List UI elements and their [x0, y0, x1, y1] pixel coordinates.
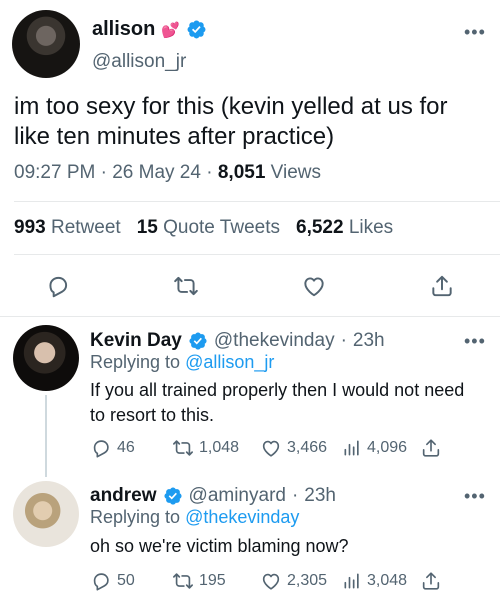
- more-icon[interactable]: •••: [464, 331, 486, 352]
- avatar-kevin[interactable]: [13, 325, 79, 391]
- retweet-icon[interactable]: [168, 268, 204, 304]
- likes-count: 6,522: [296, 217, 344, 238]
- replying-to: Replying to @thekevinday: [90, 507, 299, 528]
- reply-button[interactable]: 46: [90, 434, 135, 462]
- retweet-icon: [173, 573, 193, 589]
- retweet-button[interactable]: 195: [172, 567, 226, 595]
- likes-label: Likes: [348, 217, 394, 238]
- views-button[interactable]: 3,048: [342, 567, 407, 595]
- display-name[interactable]: allison: [92, 18, 155, 41]
- reply-author-name[interactable]: andrew: [90, 485, 157, 507]
- share-button[interactable]: [420, 434, 442, 462]
- retweet-icon: [173, 440, 193, 456]
- thread-line: [45, 395, 47, 477]
- tweet-author-row: allison 💕: [92, 18, 207, 41]
- reply-action-bar: 46 1,048 3,466 4,096: [90, 434, 450, 462]
- avatar-andrew[interactable]: [13, 481, 79, 547]
- quotes-stat[interactable]: 15 Quote Tweets: [137, 217, 280, 239]
- reply-age: 23h: [352, 330, 385, 351]
- like-icon[interactable]: [296, 268, 332, 304]
- retweets-count: 993: [14, 217, 46, 238]
- reply-author-handle[interactable]: @aminyard: [189, 485, 286, 507]
- divider: [14, 201, 500, 202]
- views-count: 3,048: [367, 572, 408, 589]
- reply-icon[interactable]: [40, 268, 76, 304]
- like-count: 2,305: [287, 572, 328, 589]
- share-icon: [422, 572, 440, 590]
- reply-text: oh so we're victim blaming now?: [90, 536, 349, 556]
- retweets-stat[interactable]: 993 Retweet: [14, 217, 121, 239]
- like-button[interactable]: 2,305: [260, 567, 327, 595]
- retweet-count: 195: [199, 572, 226, 589]
- like-count: 3,466: [287, 439, 328, 456]
- heart-emoji: 💕: [161, 21, 181, 39]
- like-icon: [262, 440, 280, 457]
- avatar-allison[interactable]: [12, 10, 80, 78]
- quotes-label: Quote Tweets: [163, 217, 280, 238]
- share-icon: [422, 439, 440, 457]
- tweet-meta: 09:27 PM · 26 May 24 · 8,051 Views: [14, 162, 322, 183]
- tweet-action-bar: [0, 268, 500, 304]
- like-button[interactable]: 3,466: [260, 434, 327, 462]
- retweets-label: Retweet: [50, 217, 121, 238]
- reply-action-bar: 50 195 2,305 3,048: [90, 567, 450, 595]
- share-button[interactable]: [420, 567, 442, 595]
- tweet-stats: 993 Retweet 15 Quote Tweets 6,522 Likes: [14, 217, 393, 239]
- replying-to-link[interactable]: @allison_jr: [185, 352, 274, 372]
- verified-badge-icon: [188, 331, 208, 351]
- views-button[interactable]: 4,096: [342, 434, 407, 462]
- views-count: 4,096: [367, 439, 408, 456]
- tweet-time[interactable]: 09:27 PM: [14, 162, 95, 183]
- reply-button[interactable]: 50: [90, 567, 135, 595]
- tweet-text: im too sexy for this (kevin yelled at us…: [14, 93, 448, 150]
- like-icon: [262, 573, 280, 590]
- views-label: Views: [270, 162, 322, 183]
- reply-header: andrew @aminyard · 23h: [90, 485, 336, 507]
- reply-icon: [93, 440, 109, 458]
- retweet-count: 1,048: [199, 439, 240, 456]
- share-icon[interactable]: [424, 268, 460, 304]
- verified-badge-icon: [186, 19, 207, 40]
- author-handle[interactable]: @allison_jr: [92, 51, 186, 73]
- reply-age: 23h: [304, 485, 336, 506]
- likes-stat[interactable]: 6,522 Likes: [296, 217, 393, 239]
- more-icon[interactable]: •••: [464, 22, 486, 43]
- reply-text: If you all trained properly then I would…: [90, 380, 465, 425]
- views-icon: [344, 573, 359, 589]
- reply-count: 46: [117, 439, 135, 456]
- replying-prefix: Replying to: [90, 507, 181, 527]
- verified-badge-icon: [163, 486, 183, 506]
- reply-author-name[interactable]: Kevin Day: [90, 330, 182, 352]
- retweet-button[interactable]: 1,048: [172, 434, 239, 462]
- replying-to: Replying to @allison_jr: [90, 352, 274, 373]
- views-icon: [344, 440, 359, 456]
- reply-icon: [93, 573, 109, 591]
- reply-header: Kevin Day @thekevinday · 23h: [90, 330, 385, 352]
- more-icon[interactable]: •••: [464, 486, 486, 507]
- reply-count: 50: [117, 572, 135, 589]
- reply-author-handle[interactable]: @thekevinday: [214, 330, 335, 352]
- divider: [14, 254, 500, 255]
- replying-to-link[interactable]: @thekevinday: [185, 507, 299, 527]
- quotes-count: 15: [136, 217, 158, 238]
- tweet-date[interactable]: 26 May 24: [112, 162, 201, 183]
- replying-prefix: Replying to: [90, 352, 181, 372]
- views-count: 8,051: [217, 162, 266, 183]
- divider: [0, 316, 500, 317]
